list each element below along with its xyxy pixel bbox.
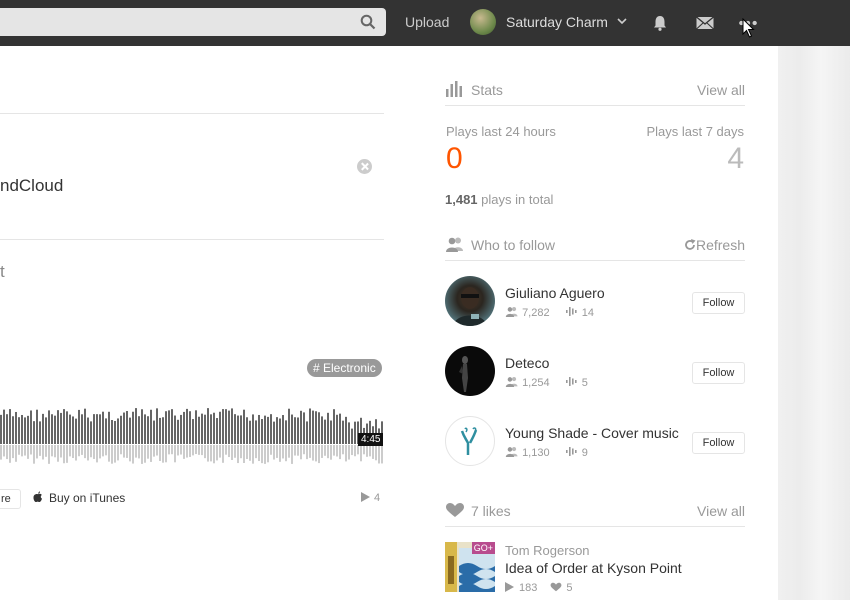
tracks-count: 14 (581, 307, 594, 320)
user-logo (460, 427, 478, 455)
heart-icon (446, 503, 464, 517)
total-plays: 1,481 plays in total (445, 192, 553, 207)
play-icon (361, 492, 370, 502)
followers-icon (505, 377, 518, 387)
genre-tag[interactable]: # Electronic (307, 359, 382, 377)
followers-icon (505, 307, 518, 317)
chevron-down-icon[interactable] (617, 16, 627, 26)
plays-7d-label: Plays last 7 days (646, 124, 744, 139)
heart-icon (551, 582, 562, 592)
follow-button[interactable]: Follow (692, 292, 745, 314)
liked-track-plays: 183 (519, 582, 538, 594)
likes-view-all-link[interactable]: View all (697, 503, 745, 519)
suggested-user-row[interactable]: Deteco 1,254 5 Follow (445, 346, 745, 396)
mouse-cursor-icon (742, 18, 755, 38)
followers-count: 1,254 (522, 377, 550, 390)
liked-track-likes: 5 (566, 582, 573, 594)
track-duration: 4:45 (358, 433, 384, 446)
liked-track-artist[interactable]: Tom Rogerson (505, 543, 590, 558)
tracks-count: 9 (581, 447, 588, 460)
followers-count: 7,282 (522, 307, 550, 320)
buy-on-itunes-link[interactable]: Buy on iTunes (33, 491, 125, 505)
suggested-user-stats: 7,282 14 (505, 306, 594, 319)
suggested-user-name[interactable]: Young Shade - Cover music (505, 425, 679, 441)
liked-track-title[interactable]: Idea of Order at Kyson Point (505, 560, 682, 576)
tracks-icon (565, 447, 577, 456)
waveform[interactable] (0, 400, 384, 470)
top-header: Upload Saturday Charm (0, 0, 850, 46)
suggested-user-stats: 1,254 5 (505, 376, 588, 389)
suggested-user-avatar[interactable] (445, 346, 495, 396)
user-portrait (459, 356, 468, 392)
suggested-user-row[interactable]: Giuliano Aguero 7,282 14 Follow (445, 276, 745, 326)
follow-button[interactable]: Follow (692, 362, 745, 384)
divider (445, 526, 745, 527)
upload-link[interactable]: Upload (405, 14, 449, 30)
liked-track[interactable]: GO+ Tom Rogerson Idea of Order at Kyson … (445, 542, 745, 600)
refresh-label: Refresh (695, 237, 745, 253)
suggested-user-row[interactable]: Young Shade - Cover music 1,130 9 Follow (445, 416, 745, 466)
username-menu[interactable]: Saturday Charm (506, 14, 608, 30)
suggested-user-name[interactable]: Giuliano Aguero (505, 285, 605, 301)
stats-view-all-link[interactable]: View all (697, 82, 745, 98)
who-to-follow-header: Who to follow Refresh (445, 233, 745, 257)
apple-icon (33, 491, 42, 502)
plays-24h-label: Plays last 24 hours (446, 124, 556, 139)
search-icon[interactable] (360, 14, 376, 30)
track-title-fragment: t (0, 262, 5, 281)
followers-icon (505, 447, 518, 457)
divider (0, 113, 384, 114)
likes-header: 7 likes View all (445, 499, 745, 523)
tracks-icon (565, 377, 577, 386)
search-input[interactable] (0, 8, 386, 36)
followers-count: 1,130 (522, 447, 550, 460)
page-background-edge (778, 46, 850, 600)
tracks-icon (565, 307, 577, 316)
total-plays-suffix: plays in total (481, 192, 554, 207)
tracks-count: 5 (581, 377, 588, 390)
play-count-value: 4 (374, 492, 381, 504)
mail-icon[interactable] (695, 13, 715, 33)
total-plays-number: 1,481 (445, 192, 478, 207)
suggested-user-name[interactable]: Deteco (505, 355, 549, 371)
close-icon[interactable] (357, 159, 372, 174)
follow-button[interactable]: Follow (692, 432, 745, 454)
play-count: 4 (361, 492, 380, 504)
itunes-label: Buy on iTunes (49, 491, 126, 505)
divider (445, 260, 745, 261)
users-icon (446, 237, 463, 252)
suggested-user-avatar[interactable] (445, 276, 495, 326)
user-avatar[interactable] (470, 9, 496, 35)
liked-track-artwork[interactable]: GO+ (445, 542, 495, 592)
go-plus-badge: GO+ (471, 542, 495, 554)
likes-heading: 7 likes (471, 503, 511, 519)
stats-heading: Stats (471, 82, 503, 98)
divider (445, 105, 745, 106)
liked-track-stats: 183 5 (505, 582, 573, 594)
play-icon (505, 582, 514, 592)
stats-header: Stats View all (445, 78, 745, 102)
refresh-button[interactable]: Refresh (684, 237, 745, 253)
divider (0, 239, 384, 240)
share-button[interactable]: re (0, 489, 21, 509)
bell-icon[interactable] (650, 13, 670, 33)
suggested-user-stats: 1,130 9 (505, 446, 588, 459)
user-portrait (453, 287, 487, 326)
who-to-follow-heading: Who to follow (471, 237, 556, 253)
announcement-title: ndCloud (0, 176, 64, 195)
stats-bar-icon (446, 81, 462, 97)
plays-7d-value: 4 (727, 142, 744, 175)
suggested-user-avatar[interactable] (445, 416, 495, 466)
plays-24h-value: 0 (446, 142, 463, 175)
refresh-icon (685, 239, 696, 250)
